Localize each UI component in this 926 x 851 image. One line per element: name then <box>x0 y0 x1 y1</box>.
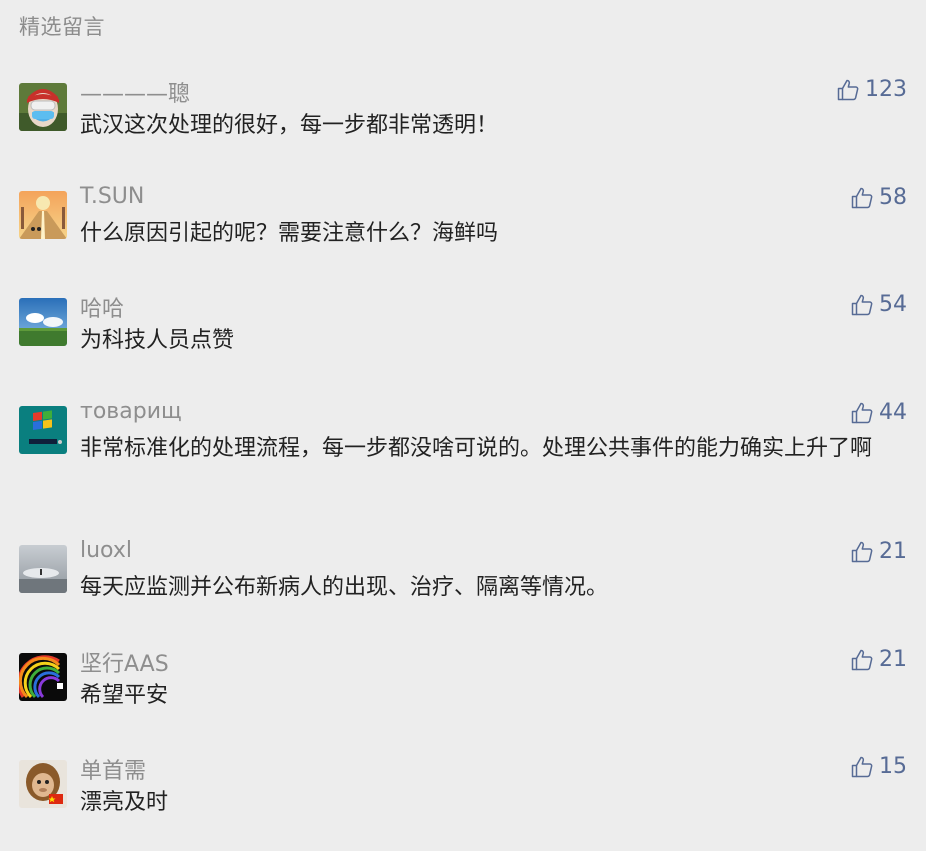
comment-nickname: товарищ <box>80 399 182 424</box>
rainbow-avatar[interactable] <box>19 653 67 701</box>
misty-beach-avatar[interactable] <box>19 545 67 593</box>
thumbs-up-icon <box>851 294 873 316</box>
like-count: 58 <box>879 185 907 210</box>
like-button[interactable]: 21 <box>850 539 907 565</box>
comment-nickname: 坚行AAS <box>80 652 169 677</box>
comment-content: 漂亮及时 <box>80 790 169 815</box>
section-title: 精选留言 <box>19 15 105 39</box>
comment-nickname: ————聰 <box>80 82 191 107</box>
like-button[interactable]: 58 <box>850 185 907 211</box>
like-button[interactable]: 21 <box>850 647 907 673</box>
comment-content: 希望平安 <box>80 683 169 708</box>
like-count: 21 <box>879 539 907 564</box>
thumbs-up-icon <box>851 649 873 671</box>
thumbs-up-icon <box>851 756 873 778</box>
comment-nickname: 哈哈 <box>80 297 125 322</box>
comment-content: 非常标准化的处理流程，每一步都没啥可说的。处理公共事件的能力确实上升了啊 <box>80 436 873 461</box>
like-count: 123 <box>865 77 907 102</box>
like-button[interactable]: 15 <box>850 754 907 780</box>
like-count: 15 <box>879 754 907 779</box>
thumbs-up-icon <box>851 541 873 563</box>
like-count: 44 <box>879 400 907 425</box>
comment-nickname: luoxl <box>80 538 132 563</box>
landscape-avatar[interactable] <box>19 298 67 346</box>
like-button[interactable]: 54 <box>850 292 907 318</box>
like-count: 54 <box>879 292 907 317</box>
monkey-avatar[interactable] <box>19 760 67 808</box>
comment-nickname: 单首需 <box>80 759 147 784</box>
comment-content: 武汉这次处理的很好，每一步都非常透明！ <box>80 113 499 138</box>
like-button[interactable]: 44 <box>850 400 907 426</box>
thumbs-up-icon <box>851 187 873 209</box>
masked-person-avatar[interactable] <box>19 83 67 131</box>
windows95-avatar[interactable] <box>19 406 67 454</box>
thumbs-up-icon <box>837 79 859 101</box>
thumbs-up-icon <box>851 402 873 424</box>
like-count: 21 <box>879 647 907 672</box>
sunset-road-avatar[interactable] <box>19 191 67 239</box>
comment-nickname: T.SUN <box>80 184 145 209</box>
like-button[interactable]: 123 <box>836 77 907 103</box>
comment-content: 为科技人员点赞 <box>80 328 235 353</box>
comment-content: 什么原因引起的呢？需要注意什么？海鲜吗 <box>80 221 499 246</box>
comment-content: 每天应监测并公布新病人的出现、治疗、隔离等情况。 <box>80 575 609 600</box>
